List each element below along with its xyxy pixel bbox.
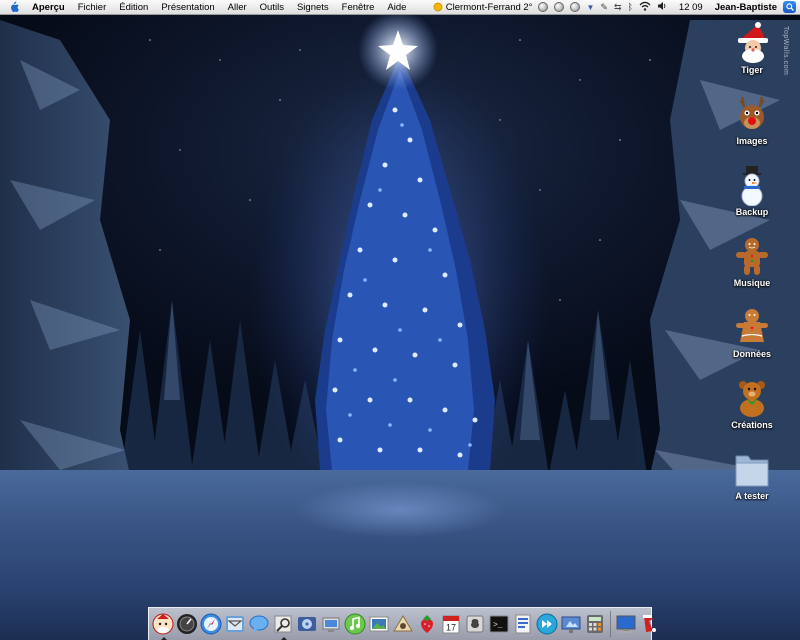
dropdown-arrow-icon[interactable]: ▼ — [586, 3, 594, 12]
dock-preview[interactable] — [271, 611, 295, 640]
weather-text: Clermont-Ferrand 2° — [445, 1, 533, 13]
calculator-icon — [587, 615, 603, 633]
wallpaper-watermark: TopWalls.com — [782, 26, 789, 76]
dock-imovie[interactable] — [391, 611, 415, 637]
desktop-icon — [616, 615, 636, 633]
menu-extras: Clermont-Ferrand 2° ▼ ✎ ⇆ ᛒ 12 09 Jean-B… — [433, 0, 796, 14]
gingerbread-icon — [736, 238, 768, 275]
desktop-icon-backup[interactable]: Backup — [724, 164, 780, 232]
desktop-icon-creations[interactable]: Créations — [724, 377, 780, 445]
dock: 17 >_ — [148, 607, 656, 640]
ical-icon: 17 — [442, 615, 460, 634]
desktop-icon-label: A tester — [735, 491, 769, 501]
dock-desktop[interactable] — [614, 611, 638, 637]
desktop-icon-label: Tiger — [741, 65, 763, 75]
dock-quicksilver[interactable] — [535, 611, 559, 637]
santa-icon — [738, 22, 768, 63]
menu-signets[interactable]: Signets — [297, 2, 329, 13]
dock-dvd[interactable] — [295, 611, 319, 637]
ichat-icon — [249, 615, 269, 633]
itunes-status-icon[interactable] — [538, 2, 549, 12]
desktop-icon-label: Musique — [733, 278, 771, 288]
display-status-icon[interactable] — [570, 2, 581, 12]
switch-icon[interactable]: ⇆ — [614, 2, 622, 13]
desktop-icon-images[interactable]: Images — [724, 93, 780, 161]
menu-presentation[interactable]: Présentation — [161, 2, 214, 13]
dock-ical[interactable]: 17 — [439, 611, 463, 637]
desktop-icon-label: Images — [736, 136, 768, 146]
desktop-icon-label: Données — [732, 349, 771, 359]
dock-calculator[interactable] — [583, 611, 607, 637]
dock-itunes[interactable] — [343, 611, 367, 637]
dock-strawberry[interactable] — [415, 611, 439, 637]
finder-icon — [152, 613, 174, 635]
imovie-icon — [393, 615, 413, 632]
dock-keynote[interactable] — [559, 611, 583, 637]
strawberry-icon — [421, 615, 433, 633]
dock-safari[interactable] — [199, 611, 223, 637]
folder-icon — [735, 455, 769, 487]
weather-menu[interactable]: Clermont-Ferrand 2° — [433, 1, 533, 13]
dvd-icon — [298, 617, 316, 631]
dock-ichat[interactable] — [247, 611, 271, 637]
dock-trash[interactable] — [638, 611, 662, 637]
menu-clock[interactable]: 12 09 — [679, 2, 703, 13]
menu-fenetre[interactable]: Fenêtre — [342, 2, 375, 13]
dock-iphoto[interactable] — [367, 611, 391, 637]
dock-network[interactable] — [319, 611, 343, 637]
trash-icon — [643, 615, 656, 632]
menu-bar: Aperçu Fichier Édition Présentation Alle… — [0, 0, 800, 15]
itunes-icon — [344, 613, 366, 635]
spotlight-icon[interactable] — [783, 1, 796, 13]
menu-edition[interactable]: Édition — [119, 2, 148, 13]
dock-app[interactable] — [511, 611, 535, 637]
teddy-bear-icon — [739, 381, 765, 417]
keynote-icon — [561, 616, 581, 633]
safari-icon — [200, 613, 222, 635]
desktop-icon-label: Backup — [735, 207, 769, 217]
gingerbread-girl-icon — [736, 309, 768, 342]
apple-menu-icon[interactable] — [6, 0, 22, 14]
script-menu-icon[interactable]: ✎ — [600, 2, 608, 13]
svg-text:>_: >_ — [493, 621, 503, 630]
desktop-icon-a-tester[interactable]: A tester — [724, 448, 780, 516]
dock-terminal[interactable]: >_ — [487, 611, 511, 637]
dock-system-preferences[interactable] — [463, 611, 487, 637]
bluetooth-icon[interactable]: ᛒ — [628, 2, 633, 12]
iphoto-icon — [369, 616, 389, 632]
weather-sun-icon — [433, 2, 443, 12]
snowman-icon — [741, 166, 763, 206]
dock-dashboard[interactable] — [175, 611, 199, 637]
reindeer-icon — [739, 96, 765, 129]
system-preferences-icon — [466, 615, 484, 633]
wifi-icon[interactable] — [639, 1, 651, 14]
terminal-icon: >_ — [489, 615, 509, 633]
dock-finder[interactable] — [151, 611, 175, 640]
dock-mail[interactable] — [223, 611, 247, 637]
menu-aide[interactable]: Aide — [387, 2, 406, 13]
dock-separator — [610, 611, 611, 637]
sync-status-icon[interactable] — [554, 2, 565, 12]
network-icon — [322, 617, 340, 632]
menu-app-name[interactable]: Aperçu — [32, 2, 65, 13]
quicksilver-icon — [536, 613, 558, 635]
menu-outils[interactable]: Outils — [260, 2, 284, 13]
desktop-wallpaper — [0, 0, 800, 640]
mail-icon — [226, 616, 244, 632]
menu-fichier[interactable]: Fichier — [78, 2, 107, 13]
desktop-icon-musique[interactable]: Musique — [724, 235, 780, 303]
app-icon — [515, 614, 531, 634]
dashboard-icon — [177, 614, 197, 634]
snow-glow — [250, 470, 550, 550]
fast-user-switch[interactable]: Jean-Baptiste — [715, 2, 777, 13]
desktop-icon-label: Créations — [731, 420, 773, 430]
desktop-icon-donnees[interactable]: Données — [724, 306, 780, 374]
ical-date: 17 — [446, 623, 456, 633]
volume-icon[interactable] — [657, 1, 667, 14]
desktop-icon-tiger[interactable]: Tiger — [724, 22, 780, 90]
preview-icon — [274, 615, 292, 633]
menu-aller[interactable]: Aller — [228, 2, 247, 13]
